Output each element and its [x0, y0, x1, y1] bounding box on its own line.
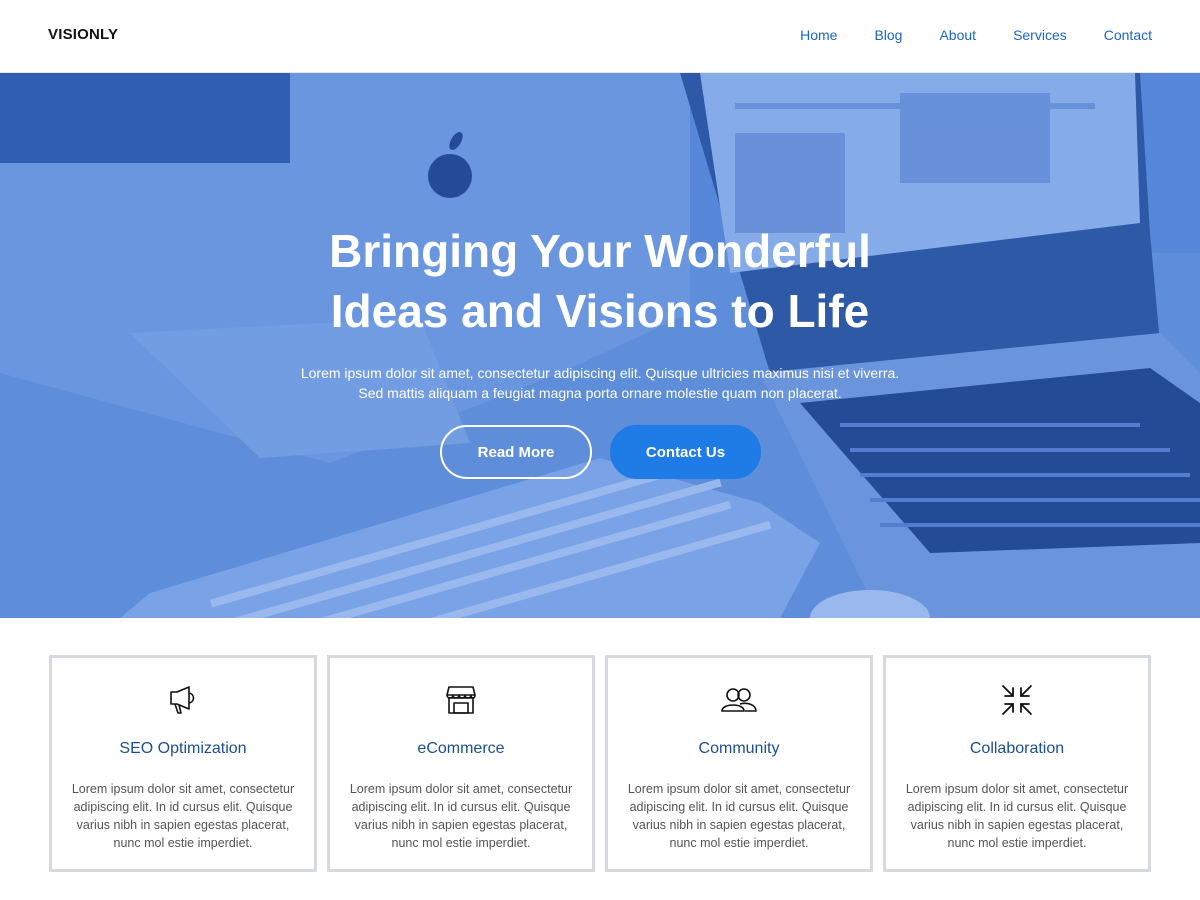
contact-us-button[interactable]: Contact Us: [610, 425, 761, 479]
nav-about[interactable]: About: [939, 27, 976, 43]
feature-card-ecommerce: eCommerce Lorem ipsum dolor sit amet, co…: [327, 655, 595, 872]
hero-subtitle-line-2: Sed mattis aliquam a feugiat magna porta…: [358, 385, 842, 401]
nav-blog[interactable]: Blog: [874, 27, 902, 43]
feature-title: Community: [698, 740, 780, 757]
site-header: VISIONLY Home Blog About Services Contac…: [0, 0, 1200, 73]
megaphone-icon: [52, 683, 314, 717]
site-logo[interactable]: VISIONLY: [48, 26, 118, 43]
hero-title: Bringing Your Wonderful Ideas and Vision…: [0, 221, 1200, 341]
nav-home[interactable]: Home: [800, 27, 837, 43]
hero-section: Bringing Your Wonderful Ideas and Vision…: [0, 73, 1200, 618]
hero-subtitle-line-1: Lorem ipsum dolor sit amet, consectetur …: [300, 365, 900, 381]
users-icon: [608, 683, 870, 717]
storefront-icon: [330, 683, 592, 717]
feature-card-collaboration: Collaboration Lorem ipsum dolor sit amet…: [883, 655, 1151, 872]
feature-card-seo: SEO Optimization Lorem ipsum dolor sit a…: [49, 655, 317, 872]
feature-card-community: Community Lorem ipsum dolor sit amet, co…: [605, 655, 873, 872]
feature-text: Lorem ipsum dolor sit amet, consectetur …: [627, 782, 851, 850]
nav-contact[interactable]: Contact: [1104, 27, 1152, 43]
feature-title: Collaboration: [969, 740, 1065, 757]
feature-text: Lorem ipsum dolor sit amet, consectetur …: [905, 782, 1129, 850]
features-grid: SEO Optimization Lorem ipsum dolor sit a…: [49, 655, 1151, 872]
collapse-arrows-icon: [886, 683, 1148, 717]
main-nav: Home Blog About Services Contact: [763, 27, 1152, 43]
hero-title-line-1: Bringing Your Wonderful: [329, 225, 871, 277]
nav-services[interactable]: Services: [1013, 27, 1067, 43]
hero-background-image: [0, 73, 1200, 618]
read-more-button[interactable]: Read More: [440, 425, 592, 479]
feature-title: SEO Optimization: [119, 740, 247, 757]
feature-text: Lorem ipsum dolor sit amet, consectetur …: [349, 782, 573, 850]
hero-subtitle: Lorem ipsum dolor sit amet, consectetur …: [0, 363, 1200, 403]
feature-title: eCommerce: [417, 740, 505, 757]
feature-text: Lorem ipsum dolor sit amet, consectetur …: [71, 782, 295, 850]
hero-title-line-2: Ideas and Visions to Life: [330, 285, 870, 337]
